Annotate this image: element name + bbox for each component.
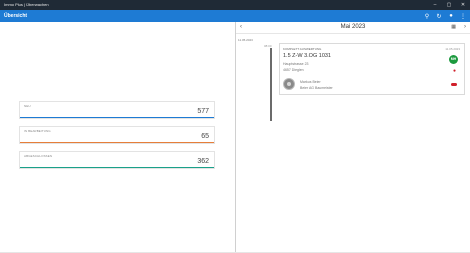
more-icon[interactable]: ⋮ — [460, 13, 466, 20]
page-title: Übersicht — [4, 13, 28, 19]
date-header: 11.05.2023 — [238, 38, 253, 42]
close-button[interactable]: ✕ — [456, 0, 470, 10]
stat-value: 65 — [201, 133, 209, 140]
month-navigation: ‹ Mai 2023 ▦ › — [236, 22, 470, 34]
stat-label: Abgeschlossen — [24, 154, 53, 158]
minimize-button[interactable]: – — [428, 0, 442, 10]
priority-tag-icon — [451, 83, 457, 86]
appointment-street: Hauptstrasse 23 — [283, 62, 309, 66]
month-label: Mai 2023 — [340, 24, 366, 30]
chevron-right-icon[interactable]: › — [464, 24, 466, 30]
app-bar: Übersicht ⚲ ↻ ● ⋮ — [0, 10, 470, 22]
stat-label: In Bearbeitung — [24, 129, 51, 133]
appointment-category: Komplett Auswertung — [283, 47, 322, 51]
maximize-button[interactable]: ▢ — [442, 0, 456, 10]
timeline-bar — [270, 48, 272, 121]
appointment-title: 1.5 Z-W 3.OG 1031 — [283, 53, 331, 59]
stat-card-in-progress[interactable]: In Bearbeitung 65 — [19, 126, 215, 144]
appointment-city: 4657 Dieglen — [283, 68, 304, 72]
stat-accent-bar — [20, 166, 214, 168]
avatar — [283, 78, 295, 90]
stats-panel: Neu 577 In Bearbeitung 65 Abgeschlossen … — [0, 22, 235, 253]
main-content: Neu 577 In Bearbeitung 65 Abgeschlossen … — [0, 22, 470, 253]
window-title: Immo Plus | Überwachen — [4, 2, 49, 7]
stat-label: Neu — [24, 104, 31, 108]
contact-company: Beier AG Baumeister — [300, 86, 333, 90]
appointment-date: 11.05.2023 — [445, 47, 460, 51]
location-pin-icon[interactable]: ● — [453, 68, 456, 74]
assignee-badge: MH — [449, 55, 458, 64]
stat-card-new[interactable]: Neu 577 — [19, 101, 215, 119]
stat-card-completed[interactable]: Abgeschlossen 362 — [19, 151, 215, 169]
stat-accent-bar — [20, 116, 214, 118]
refresh-icon[interactable]: ↻ — [436, 13, 442, 20]
stat-value: 362 — [197, 158, 209, 165]
search-icon[interactable]: ⚲ — [424, 13, 430, 20]
contact-name: Markus Beier — [300, 80, 321, 84]
appbar-actions: ⚲ ↻ ● ⋮ — [424, 10, 466, 22]
stat-value: 577 — [197, 108, 209, 115]
window-titlebar: Immo Plus | Überwachen – ▢ ✕ — [0, 0, 470, 10]
calendar-panel: ‹ Mai 2023 ▦ › 11.05.2023 08:00 Komplett… — [236, 22, 470, 253]
calendar-icon[interactable]: ▦ — [451, 24, 456, 30]
window-controls: – ▢ ✕ — [428, 0, 470, 10]
user-icon[interactable]: ● — [448, 13, 454, 19]
stat-accent-bar — [20, 141, 214, 143]
appointment-card[interactable]: Komplett Auswertung 11.05.2023 1.5 Z-W 3… — [279, 43, 465, 95]
